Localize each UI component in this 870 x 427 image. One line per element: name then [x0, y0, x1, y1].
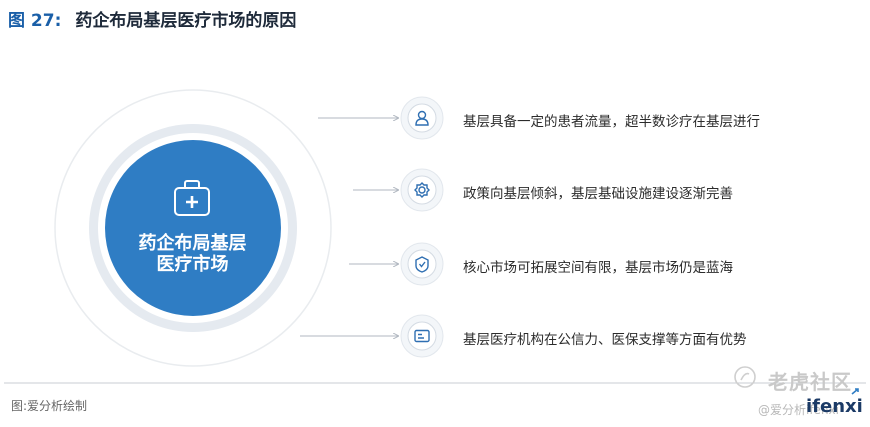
reason-icon-2 — [400, 168, 444, 212]
reason-text-3: 核心市场可拓展空间有限，基层市场仍是蓝海 — [463, 260, 733, 276]
reason-text-1: 基层具备一定的患者流量，超半数诊疗在基层进行 — [463, 114, 760, 130]
brand-swoosh-icon — [851, 388, 859, 395]
reason-icon-1 — [400, 96, 444, 140]
center-disc — [105, 140, 281, 316]
reason-text-2: 政策向基层倾斜，基层基础设施建设逐渐完善 — [463, 186, 733, 202]
watermark-logo — [734, 366, 756, 388]
reason-text-4: 基层医疗机构在公信力、医保支撑等方面有优势 — [463, 332, 747, 348]
brand-logo: ifenxi — [806, 396, 863, 417]
center-label: 药企布局基层 医疗市场 — [138, 233, 247, 275]
watermark-text: 老虎社区 — [768, 370, 852, 394]
reason-icon-3 — [400, 242, 444, 286]
source-note: 图:爱分析绘制 — [11, 399, 88, 413]
reason-icon-4 — [400, 314, 444, 358]
diagram-canvas — [4, 89, 866, 395]
